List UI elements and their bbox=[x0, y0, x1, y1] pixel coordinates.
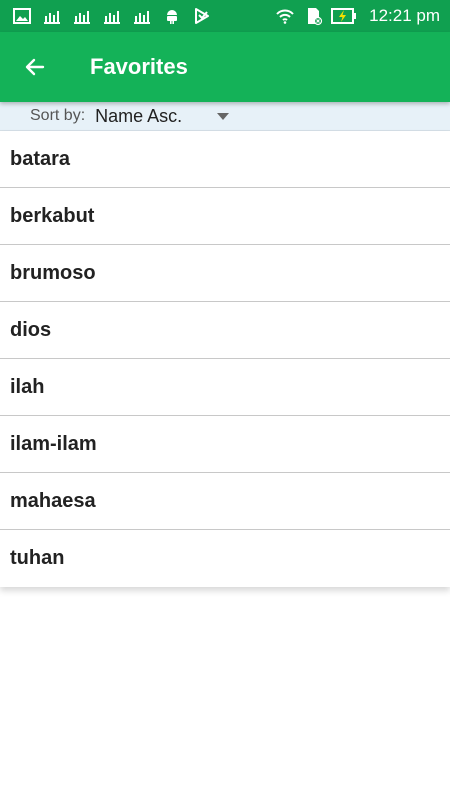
list-item[interactable]: ilah bbox=[0, 359, 450, 416]
list-item-label: dios bbox=[10, 318, 52, 341]
chart-icon bbox=[132, 6, 152, 26]
list-item[interactable]: dios bbox=[0, 302, 450, 359]
arrow-left-icon bbox=[23, 55, 47, 79]
list-item-label: ilah bbox=[10, 375, 45, 398]
back-button[interactable] bbox=[15, 47, 55, 87]
list-item[interactable]: berkabut bbox=[0, 188, 450, 245]
list-item[interactable]: tuhan bbox=[0, 530, 450, 587]
chart-icon bbox=[72, 6, 92, 26]
list-item-label: mahaesa bbox=[10, 489, 96, 512]
list-item-label: tuhan bbox=[10, 547, 65, 569]
play-store-icon bbox=[192, 6, 212, 26]
list-item-label: batara bbox=[10, 147, 71, 170]
favorites-list: batara berkabut brumoso dios ilah ilam-i… bbox=[0, 131, 450, 587]
list-item-label: brumoso bbox=[10, 261, 96, 284]
status-clock: 12:21 pm bbox=[369, 6, 440, 25]
list-item[interactable]: brumoso bbox=[0, 245, 450, 302]
list-item[interactable]: mahaesa bbox=[0, 473, 450, 530]
android-icon bbox=[162, 6, 182, 26]
battery-charging-icon bbox=[331, 6, 357, 26]
sd-card-icon bbox=[303, 6, 323, 26]
list-item[interactable]: batara bbox=[0, 131, 450, 188]
sort-dropdown[interactable]: Name Asc. bbox=[95, 102, 235, 130]
list-item[interactable]: ilam-ilam bbox=[0, 416, 450, 473]
list-item-label: ilam-ilam bbox=[10, 432, 97, 455]
system-icons: 12:21 pm bbox=[275, 6, 450, 26]
sort-label: Sort by: bbox=[30, 107, 86, 124]
image-icon bbox=[12, 6, 32, 26]
chart-icon bbox=[102, 6, 122, 26]
wifi-icon bbox=[275, 6, 295, 26]
sort-selected-value: Name Asc. bbox=[95, 105, 183, 126]
notification-icons bbox=[0, 6, 212, 26]
status-bar: 12:21 pm bbox=[0, 0, 450, 32]
app-bar: Favorites bbox=[0, 32, 450, 102]
list-item-label: berkabut bbox=[10, 204, 95, 227]
page-title: Favorites bbox=[90, 54, 188, 79]
caret-down-icon bbox=[217, 112, 230, 120]
sort-bar: Sort by: Name Asc. bbox=[0, 102, 450, 131]
chart-icon bbox=[42, 6, 62, 26]
